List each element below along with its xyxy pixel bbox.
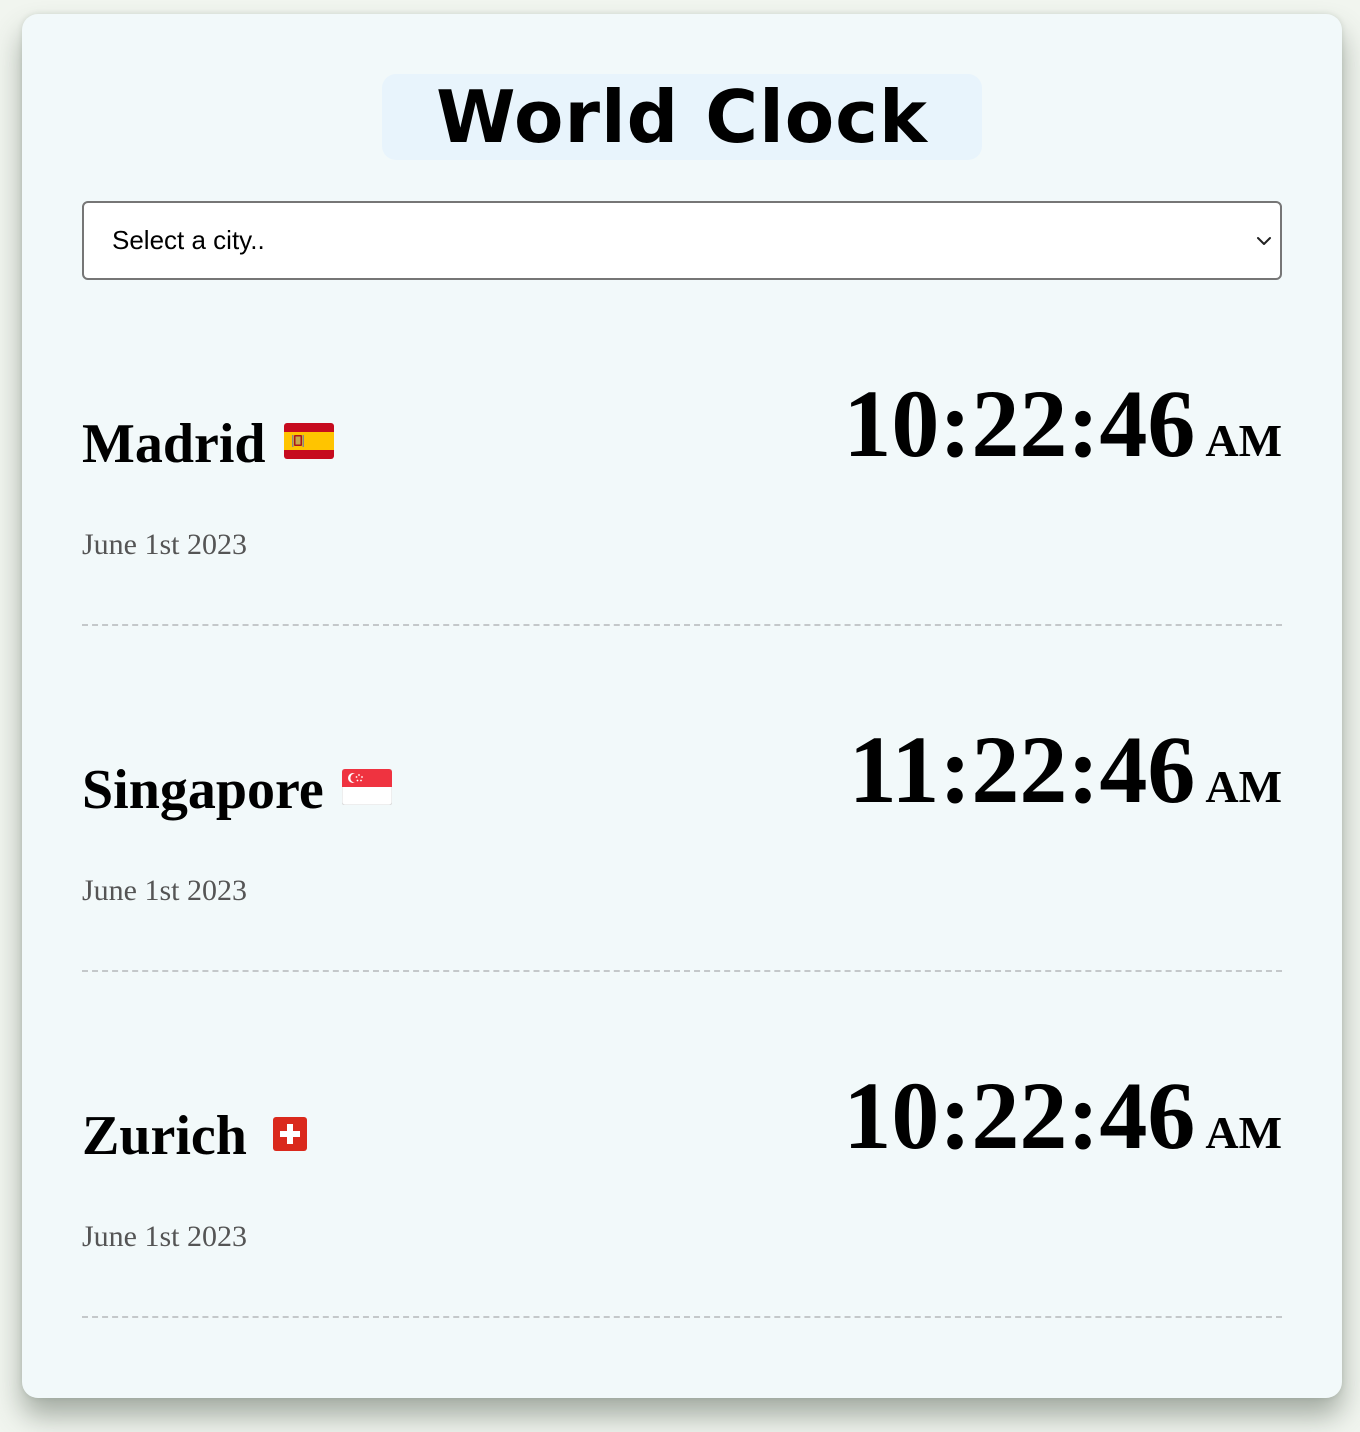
- switzerland-flag-icon: [272, 1105, 307, 1161]
- city-row-zurich: Zurich June 1st 2023 10:22:46 AM: [82, 972, 1282, 1318]
- city-select-value: Select a city..: [112, 225, 265, 255]
- chevron-down-icon: [1257, 237, 1271, 245]
- city-date: June 1st 2023: [82, 874, 247, 907]
- city-period: AM: [1205, 761, 1282, 812]
- city-select[interactable]: Select a city..: [82, 201, 1282, 280]
- city-name-row: Singapore: [82, 759, 393, 823]
- city-name: Zurich: [82, 1105, 247, 1167]
- singapore-flag-icon: [341, 759, 393, 815]
- city-time: 10:22:46: [843, 370, 1196, 477]
- city-name-row: Zurich: [82, 1108, 307, 1169]
- row-divider: [82, 1316, 1282, 1318]
- city-period: AM: [1205, 1107, 1282, 1158]
- city-time-display: 10:22:46 AM: [843, 376, 1282, 472]
- city-row-madrid: Madrid June 1st 2023 10:22:46 AM: [82, 280, 1282, 626]
- city-time-display: 11:22:46 AM: [849, 722, 1282, 818]
- world-clock-card: World Clock Select a city.. Madrid June …: [22, 14, 1342, 1398]
- city-period: AM: [1205, 415, 1282, 466]
- city-time: 10:22:46: [843, 1062, 1196, 1169]
- spain-flag-icon: [283, 413, 334, 469]
- city-name: Madrid: [82, 413, 266, 475]
- title-banner: World Clock: [382, 74, 982, 160]
- city-date: June 1st 2023: [82, 528, 247, 561]
- city-name: Singapore: [82, 759, 324, 821]
- page-title: World Clock: [436, 75, 928, 159]
- city-date: June 1st 2023: [82, 1220, 247, 1253]
- city-time: 11:22:46: [848, 716, 1196, 823]
- city-row-singapore: Singapore June 1st 2023 11:22:46 AM: [82, 626, 1282, 972]
- city-name-row: Madrid: [82, 416, 334, 477]
- city-time-display: 10:22:46 AM: [843, 1068, 1282, 1164]
